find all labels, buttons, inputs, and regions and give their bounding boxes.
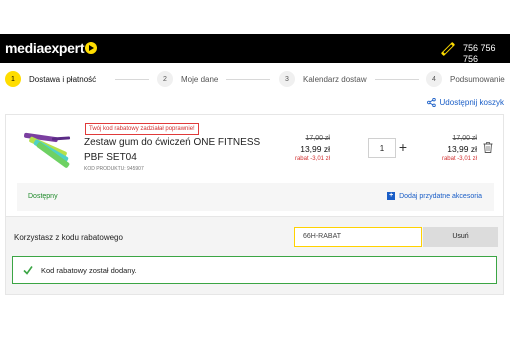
remove-discount-button[interactable]: Usuń bbox=[423, 227, 498, 247]
unit-price: 17,00 zł 13,99 zł rabat -3,01 zł bbox=[286, 134, 330, 163]
increase-quantity-button[interactable]: + bbox=[396, 137, 410, 157]
check-icon bbox=[23, 266, 33, 275]
step-number: 2 bbox=[157, 71, 173, 87]
share-icon bbox=[426, 98, 436, 107]
step-delivery-calendar[interactable]: 3 Kalendarz dostaw bbox=[279, 69, 367, 89]
availability-status: Dostępny bbox=[28, 193, 58, 200]
plus-icon: + bbox=[387, 192, 396, 200]
discount-success-alert: Kod rabatowy został dodany. bbox=[12, 256, 497, 284]
discount-code-section: Korzystasz z kodu rabatowego 66H-RABAT U… bbox=[5, 217, 504, 295]
step-label: Dostawa i płatność bbox=[29, 74, 97, 84]
promo-applied-badge: Twój kod rabatowy zadziałał poprawnie! bbox=[85, 123, 199, 135]
step-label: Moje dane bbox=[181, 74, 219, 84]
unit-price-new: 13,99 zł bbox=[300, 144, 330, 154]
step-divider bbox=[115, 79, 149, 80]
add-accessories-link[interactable]: + Dodaj przydatne akcesoria bbox=[387, 192, 482, 200]
quantity-input[interactable]: 1 bbox=[368, 138, 396, 158]
phone-icon[interactable] bbox=[441, 42, 455, 56]
discount-code-label: Korzystasz z kodu rabatowego bbox=[14, 233, 123, 242]
step-number: 1 bbox=[5, 71, 21, 87]
step-number: 4 bbox=[426, 71, 442, 87]
step-number: 3 bbox=[279, 71, 295, 87]
step-my-data[interactable]: 2 Moje dane bbox=[157, 69, 218, 89]
add-accessories-label: Dodaj przydatne akcesoria bbox=[399, 192, 482, 200]
product-code: KOD PRODUKTU: 945907 bbox=[84, 166, 144, 172]
trash-icon[interactable] bbox=[483, 142, 493, 153]
logo[interactable]: mediaexpert bbox=[5, 40, 98, 56]
availability-row: Dostępny + Dodaj przydatne akcesoria bbox=[17, 183, 494, 211]
logo-play-icon bbox=[85, 42, 98, 54]
step-label: Kalendarz dostaw bbox=[303, 74, 367, 84]
total-price-old: 17,00 zł bbox=[452, 135, 477, 142]
share-label: Udostępnij koszyk bbox=[439, 98, 504, 107]
product-image[interactable] bbox=[22, 131, 78, 173]
product-name[interactable]: Zestaw gum do ćwiczeń ONE FITNESS PBF SE… bbox=[84, 135, 274, 165]
total-price: 17,00 zł 13,99 zł rabat -3,01 zł bbox=[432, 134, 477, 163]
total-discount: rabat -3,01 zł bbox=[441, 156, 477, 162]
unit-discount: rabat -3,01 zł bbox=[294, 156, 330, 162]
step-label: Podsumowanie bbox=[450, 74, 505, 84]
share-cart-link[interactable]: Udostępnij koszyk bbox=[426, 98, 504, 107]
cart-item-card: Twój kod rabatowy zadziałał poprawnie! Z… bbox=[5, 114, 504, 217]
discount-code-input[interactable]: 66H-RABAT bbox=[294, 227, 422, 247]
checkout-steps: 1 Dostawa i płatność 2 Moje dane 3 Kalen… bbox=[0, 69, 510, 89]
top-header: mediaexpert 756 756 756 bbox=[0, 34, 510, 65]
discount-success-message: Kod rabatowy został dodany. bbox=[41, 265, 137, 275]
step-divider bbox=[226, 79, 270, 80]
step-delivery-payment[interactable]: 1 Dostawa i płatność bbox=[5, 69, 96, 89]
unit-price-old: 17,00 zł bbox=[305, 135, 330, 142]
total-price-new: 13,99 zł bbox=[447, 144, 477, 154]
phone-number[interactable]: 756 756 756 bbox=[463, 43, 510, 65]
logo-text: mediaexpert bbox=[5, 40, 85, 56]
step-summary[interactable]: 4 Podsumowanie bbox=[426, 69, 505, 89]
step-divider bbox=[375, 79, 419, 80]
